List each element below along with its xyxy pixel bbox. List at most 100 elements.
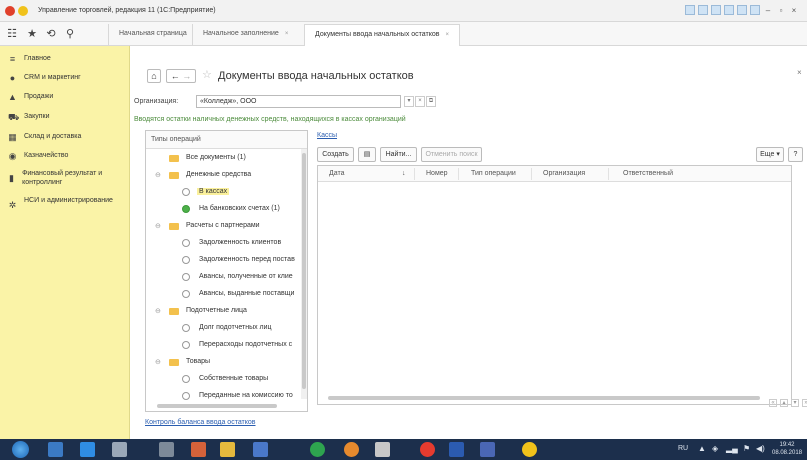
tree-row[interactable]: Авансы, выданные поставщи <box>146 286 302 303</box>
media-icon[interactable] <box>253 442 268 457</box>
tools-icon[interactable] <box>159 442 174 457</box>
toolbar-icon[interactable] <box>685 5 695 15</box>
language-indicator[interactable]: RU <box>678 445 688 452</box>
tree-row[interactable]: ⊖ Расчеты с партнерами <box>146 218 302 235</box>
firefox-icon[interactable] <box>344 442 359 457</box>
column-date[interactable]: Дата <box>329 170 345 177</box>
volume-icon[interactable]: ◀) <box>756 444 765 453</box>
cash-desks-link[interactable]: Кассы <box>317 132 337 139</box>
explorer-icon[interactable] <box>48 442 63 457</box>
tree-horizontal-scrollbar[interactable] <box>149 403 299 409</box>
signal-icon[interactable]: ▂▄ <box>726 444 738 453</box>
start-button-icon[interactable] <box>12 441 29 458</box>
close-form-icon[interactable]: × <box>797 68 802 77</box>
balance-control-link[interactable]: Контроль баланса ввода остатков <box>145 419 256 426</box>
favorites-star-icon[interactable]: ★ <box>24 26 40 42</box>
clock[interactable]: 19:42 08.08.2018 <box>772 441 802 457</box>
sidebar-item-crm[interactable]: ● CRM и маркетинг <box>8 74 81 83</box>
column-organization[interactable]: Организация <box>543 170 585 177</box>
word-icon[interactable] <box>449 442 464 457</box>
app-menu-icon[interactable] <box>18 5 28 16</box>
tree-row[interactable]: Все документы (1) <box>146 150 302 167</box>
app-icon[interactable] <box>375 442 390 457</box>
tree-row[interactable]: Задолженность перед постав <box>146 252 302 269</box>
opera-icon[interactable] <box>420 442 435 457</box>
app-logo-icon[interactable] <box>5 5 15 16</box>
minimize-icon[interactable]: – <box>763 6 773 15</box>
save-icon[interactable] <box>480 442 495 457</box>
last-page-icon[interactable]: » <box>802 399 807 407</box>
prev-page-icon[interactable]: ▴ <box>780 399 788 407</box>
apps-grid-icon[interactable]: ☷ <box>4 26 20 42</box>
folder-icon[interactable] <box>220 442 235 457</box>
column-operation-type[interactable]: Тип операции <box>471 170 516 177</box>
operation-types-tree[interactable]: Типы операций Все документы (1) ⊖ Денежн… <box>145 130 308 412</box>
copy-button[interactable]: ▤ <box>358 147 376 162</box>
tab-home[interactable]: Начальная страница <box>108 24 197 46</box>
maximize-icon[interactable]: ▫ <box>776 6 786 15</box>
toolbar-icon[interactable] <box>698 5 708 15</box>
tab-initial-fill[interactable]: Начальное заполнение × <box>192 24 298 46</box>
history-icon[interactable]: ⟲ <box>43 26 59 42</box>
sidebar-item-admin[interactable]: ✲ НСИ и администрирование <box>8 196 113 210</box>
column-number[interactable]: Номер <box>426 170 448 177</box>
tree-row[interactable]: ⊖ Товары <box>146 354 302 371</box>
tree-hscroll-thumb[interactable] <box>157 404 277 408</box>
tree-row[interactable]: Долг подотчетных лиц <box>146 320 302 337</box>
window-icon[interactable] <box>112 442 127 457</box>
close-tab-icon[interactable]: × <box>446 32 450 38</box>
paint-icon[interactable] <box>191 442 206 457</box>
tray-up-icon[interactable]: ▲ <box>698 444 706 453</box>
sidebar-item-main[interactable]: ≡ Главное <box>8 55 51 64</box>
collapse-icon[interactable]: ⊖ <box>155 222 161 230</box>
sidebar-item-treasury[interactable]: ◉ Казначейство <box>8 152 69 161</box>
close-window-icon[interactable]: × <box>789 6 799 15</box>
collapse-icon[interactable]: ⊖ <box>155 171 161 179</box>
sidebar-item-sales[interactable]: ▲ Продажи <box>8 93 53 102</box>
next-page-icon[interactable]: ▾ <box>791 399 799 407</box>
cancel-search-button[interactable]: Отменить поиск <box>421 147 482 162</box>
documents-table[interactable]: Дата ↓ Номер Тип операции Организация От… <box>317 165 792 405</box>
organization-field[interactable]: «Колледж», ООО <box>196 95 401 108</box>
table-horizontal-scrollbar[interactable] <box>320 395 775 401</box>
ie-icon[interactable] <box>80 442 95 457</box>
toolbar-icon[interactable] <box>724 5 734 15</box>
find-button[interactable]: Найти... <box>380 147 417 162</box>
tab-documents[interactable]: Документы ввода начальных остатков × <box>304 24 461 46</box>
clear-icon[interactable]: × <box>415 96 425 107</box>
flag-icon[interactable]: ⚑ <box>743 444 750 453</box>
create-button[interactable]: Создать <box>317 147 354 162</box>
column-responsible[interactable]: Ответственный <box>623 170 673 177</box>
sidebar-item-purchases[interactable]: ⛟ Закупки <box>8 113 50 122</box>
toolbar-icon[interactable] <box>737 5 747 15</box>
tree-row[interactable]: Собственные товары <box>146 371 302 388</box>
table-hscroll-thumb[interactable] <box>328 396 760 400</box>
toolbar-icon[interactable] <box>750 5 760 15</box>
help-button[interactable]: ? <box>788 147 803 162</box>
sidebar-item-warehouse[interactable]: ▦ Склад и доставка <box>8 133 81 142</box>
home-button[interactable]: ⌂ <box>147 69 161 83</box>
tree-row[interactable]: Перерасходы подотчетных с <box>146 337 302 354</box>
back-forward-buttons[interactable]: ← → <box>166 69 196 83</box>
tree-row[interactable]: Авансы, полученные от клие <box>146 269 302 286</box>
sort-arrow-icon[interactable]: ↓ <box>402 170 406 177</box>
sidebar-item-finance[interactable]: ▮ Финансовый результат и контроллинг <box>8 169 118 187</box>
close-tab-icon[interactable]: × <box>285 31 289 37</box>
favorite-star-icon[interactable]: ☆ <box>202 68 212 81</box>
open-link-icon[interactable]: ⧉ <box>426 96 436 107</box>
first-page-icon[interactable]: « <box>769 399 777 407</box>
tree-scroll-thumb[interactable] <box>302 153 306 389</box>
collapse-icon[interactable]: ⊖ <box>155 307 161 315</box>
1c-icon[interactable] <box>522 442 537 457</box>
toolbar-icon[interactable] <box>711 5 721 15</box>
tree-row[interactable]: ⊖ Подотчетные лица <box>146 303 302 320</box>
tree-row[interactable]: Задолженность клиентов <box>146 235 302 252</box>
more-button[interactable]: Еще ▾ <box>756 147 784 162</box>
collapse-icon[interactable]: ⊖ <box>155 358 161 366</box>
tree-row-selected[interactable]: В кассах <box>146 184 302 201</box>
network-icon[interactable]: ◈ <box>712 444 718 453</box>
dropdown-icon[interactable]: ▾ <box>404 96 414 107</box>
chrome-icon[interactable] <box>310 442 325 457</box>
tree-row[interactable]: ⊖ Денежные средства <box>146 167 302 184</box>
search-icon[interactable]: ⚲ <box>62 26 78 42</box>
